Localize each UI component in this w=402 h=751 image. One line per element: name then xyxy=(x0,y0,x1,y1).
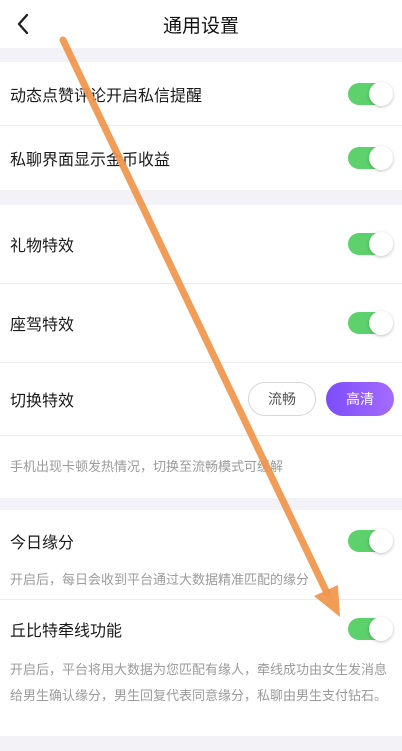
toggle-knob xyxy=(369,232,393,256)
message-settings-section: 动态点赞评论开启私信提醒 私聊界面显示金币收益 xyxy=(0,62,402,190)
mode-hd-button[interactable]: 高清 xyxy=(326,382,394,416)
setting-row-mount-effect: 座驾特效 xyxy=(0,284,402,363)
toggle-knob xyxy=(369,311,393,335)
setting-label: 丘比特牵线功能 xyxy=(10,621,123,640)
match-section: 今日缘分 开启后，每日会收到平台通过大数据精准匹配的缘分 丘比特牵线功能 开启后… xyxy=(0,510,402,736)
setting-label: 动态点赞评论开启私信提醒 xyxy=(10,85,203,105)
dynamic-reminder-toggle[interactable] xyxy=(348,81,393,106)
setting-row-gift-effect: 礼物特效 xyxy=(0,205,402,284)
effect-hint: 手机出现卡顿发热情况，切换至流畅模式可缓解 xyxy=(10,460,284,475)
toggle-knob xyxy=(369,146,393,170)
setting-label: 今日缘分 xyxy=(10,533,75,552)
today-match-toggle[interactable] xyxy=(348,529,393,553)
setting-row-dynamic-reminder: 动态点赞评论开启私信提醒 xyxy=(0,62,402,126)
effect-mode-selector: 流畅 高清 xyxy=(248,382,394,416)
setting-label: 切换特效 xyxy=(10,391,75,410)
setting-label: 礼物特效 xyxy=(10,236,75,255)
settings-page: 通用设置 动态点赞评论开启私信提醒 私聊界面显示金币收益 礼物特效 座驾特效 切… xyxy=(0,0,402,751)
effects-section: 礼物特效 座驾特效 切换特效 流畅 高清 手机出现卡顿发热情况，切换至流畅模式可… xyxy=(0,205,402,498)
setting-label: 私聊界面显示金币收益 xyxy=(10,150,171,169)
coin-income-toggle[interactable] xyxy=(348,146,393,170)
setting-label: 座驾特效 xyxy=(10,315,75,334)
back-button[interactable] xyxy=(6,7,40,41)
gift-effect-toggle[interactable] xyxy=(348,232,393,256)
setting-row-cupid: 丘比特牵线功能 xyxy=(0,600,402,658)
mode-smooth-button[interactable]: 流畅 xyxy=(248,382,316,416)
setting-row-switch-effect: 切换特效 流畅 高清 xyxy=(0,363,402,436)
toggle-knob xyxy=(369,529,393,553)
cupid-toggle[interactable] xyxy=(348,617,393,641)
today-match-hint: 开启后，每日会收到平台通过大数据精准匹配的缘分 xyxy=(0,572,402,600)
setting-row-today-match: 今日缘分 xyxy=(0,510,402,572)
chevron-left-icon xyxy=(17,13,29,35)
setting-row-coin-income: 私聊界面显示金币收益 xyxy=(0,126,402,190)
mount-effect-toggle[interactable] xyxy=(348,311,393,335)
toggle-knob xyxy=(369,617,393,641)
page-title: 通用设置 xyxy=(162,14,239,37)
nav-bar: 通用设置 xyxy=(0,0,402,48)
toggle-knob xyxy=(369,81,393,106)
cupid-hint: 开启后，平台将用大数据为您匹配有缘人，牵线成功由女生发消息给男生确认缘分，男生回… xyxy=(10,663,388,704)
